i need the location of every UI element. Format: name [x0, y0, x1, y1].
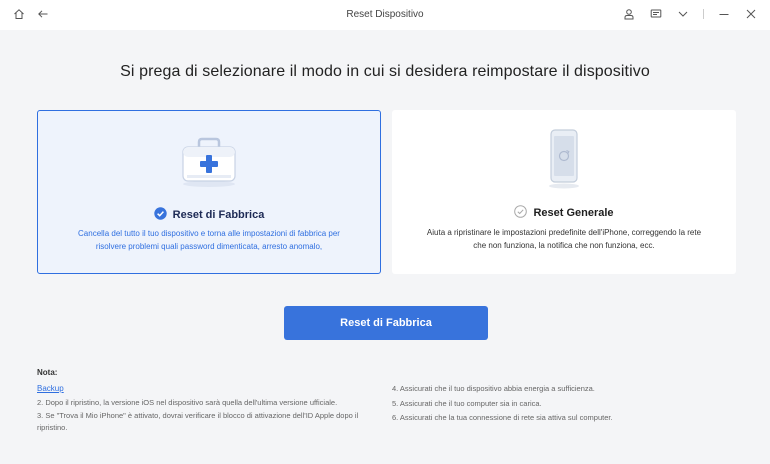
backup-link[interactable]: Backup	[37, 384, 64, 393]
chevron-down-icon[interactable]	[676, 7, 690, 21]
note-item: 5. Assicurati che il tuo computer sia in…	[392, 398, 542, 408]
check-circle-icon	[153, 207, 167, 223]
check-circle-outline-icon	[514, 205, 528, 221]
notes-left-column: 2. Dopo il ripristino, la versione iOS n…	[37, 397, 377, 435]
note-item: 4. Assicurati che il tuo dispositivo abb…	[392, 384, 595, 393]
card-description: Cancella del tutto il tuo dispositivo e …	[78, 229, 340, 251]
page-title: Si prega di selezionare il modo in cui s…	[120, 63, 650, 80]
card-title: Reset Generale	[533, 207, 614, 219]
user-icon[interactable]	[622, 7, 636, 21]
factory-reset-button[interactable]: Reset di Fabbrica	[284, 306, 488, 340]
title-bar-divider	[703, 9, 704, 19]
card-title: Reset di Fabbrica	[172, 209, 265, 221]
minimize-icon[interactable]	[717, 7, 731, 21]
card-title-row: Reset di Fabbrica	[38, 207, 380, 223]
notes-label: Nota:	[37, 368, 58, 377]
first-aid-kit-icon	[177, 135, 241, 194]
phone-refresh-icon	[542, 128, 586, 195]
card-description: Aiuta a ripristinare le impostazioni pre…	[426, 228, 702, 250]
title-bar-right	[622, 7, 758, 21]
close-icon[interactable]	[744, 7, 758, 21]
note-item: 2. Dopo il ripristino, la versione iOS n…	[37, 398, 338, 407]
option-card-general-reset[interactable]: Reset Generale Aiuta a ripristinare le i…	[392, 110, 736, 274]
chat-icon[interactable]	[649, 7, 663, 21]
note-item: 6. Assicurati che la tua connessione di …	[392, 413, 613, 422]
note-item: 3. Se "Trova il Mio iPhone" è attivato, …	[37, 410, 359, 433]
title-bar: Reset Dispositivo	[0, 0, 770, 30]
notes-right-column: 4. Assicurati che il tuo dispositivo abb…	[392, 383, 732, 425]
card-title-row: Reset Generale	[392, 205, 736, 221]
option-card-factory-reset[interactable]: Reset di Fabbrica Cancella del tutto il …	[37, 110, 381, 274]
